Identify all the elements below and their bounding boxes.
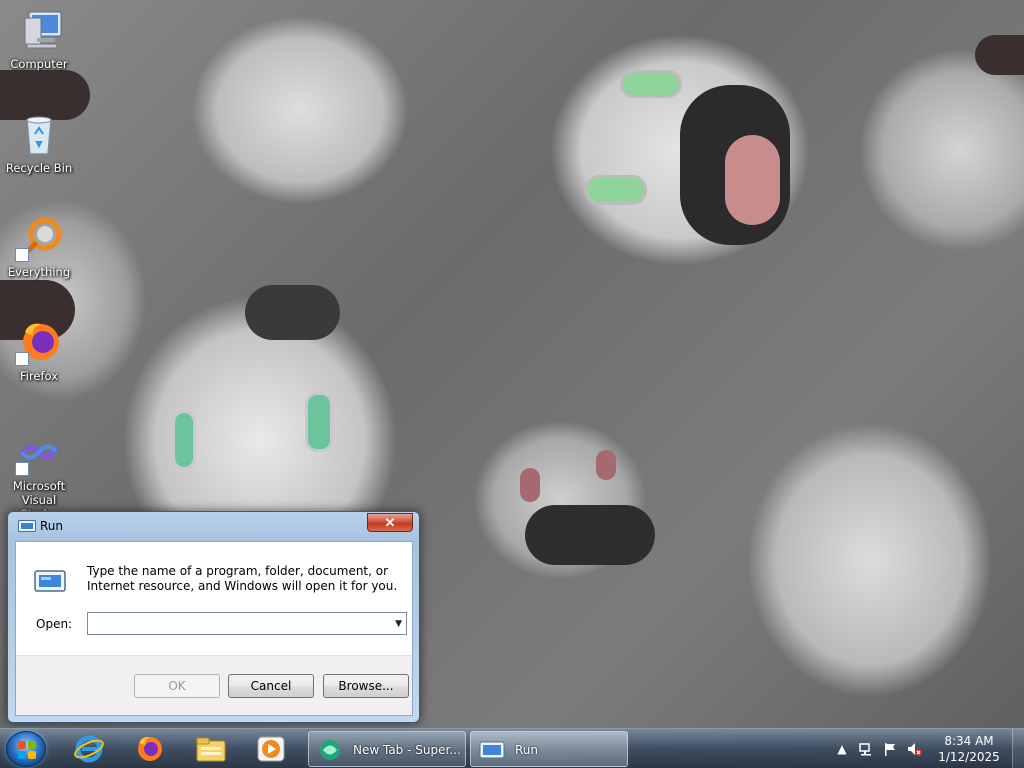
run-titlebar[interactable]: Run ✕ <box>8 512 419 540</box>
volume-muted-icon[interactable] <box>906 741 922 757</box>
visual-studio-icon <box>15 428 63 476</box>
shortcut-arrow-icon <box>15 248 29 262</box>
run-description: Type the name of a program, folder, docu… <box>87 564 398 593</box>
computer-icon <box>15 6 63 54</box>
wallpaper-accent <box>525 505 655 565</box>
taskbar-task-run[interactable]: Run <box>470 731 628 767</box>
desktop-icon-computer[interactable]: Computer <box>2 0 76 96</box>
system-tray: ▲ 8:34 AM 1/12/2025 <box>834 729 1024 768</box>
taskbar-pin-media-player[interactable] <box>244 733 298 765</box>
wallpaper-accent <box>725 135 780 225</box>
taskbar-pin-internet-explorer[interactable] <box>62 733 116 765</box>
show-desktop-button[interactable] <box>1012 729 1024 768</box>
file-explorer-icon <box>196 737 226 762</box>
action-center-flag-icon[interactable] <box>882 741 898 757</box>
run-program-icon <box>34 570 66 592</box>
taskbar-pin-firefox[interactable] <box>122 733 176 765</box>
desktop-icon-firefox[interactable]: Firefox <box>2 312 76 408</box>
everything-search-icon <box>15 214 63 262</box>
desktop-icon-label: Computer <box>10 57 68 71</box>
wallpaper-accent <box>245 285 340 340</box>
show-hidden-icons-button[interactable]: ▲ <box>834 741 850 757</box>
wallpaper-accent <box>172 410 196 470</box>
recycle-bin-icon <box>15 110 63 158</box>
start-button[interactable] <box>6 731 46 767</box>
clock-time: 8:34 AM <box>944 734 994 748</box>
media-player-icon <box>257 736 285 762</box>
cancel-button[interactable]: Cancel <box>228 674 314 698</box>
taskbar-pin-file-explorer[interactable] <box>184 733 238 765</box>
run-title: Run <box>40 519 64 533</box>
taskbar-task-label: Run <box>515 743 539 757</box>
ok-button[interactable]: OK <box>134 674 220 698</box>
wallpaper-accent <box>520 468 540 502</box>
internet-explorer-icon <box>74 735 104 763</box>
run-icon <box>479 739 505 761</box>
wallpaper-accent <box>596 450 616 480</box>
run-title-icon <box>18 520 36 532</box>
firefox-icon <box>138 736 162 761</box>
desktop-icon-visual-studio[interactable]: Microsoft Visual Stud... <box>2 422 76 518</box>
shortcut-arrow-icon <box>15 462 29 476</box>
network-icon[interactable] <box>858 741 874 757</box>
shortcut-arrow-icon <box>15 352 29 366</box>
firefox-icon <box>15 318 63 366</box>
clock[interactable]: 8:34 AM 1/12/2025 <box>934 733 1004 765</box>
run-dialog: Run ✕ Type the name of a program, folder… <box>7 511 420 723</box>
desktop-icon-everything[interactable]: Everything <box>2 208 76 304</box>
run-body: Type the name of a program, folder, docu… <box>15 541 413 716</box>
desktop-icon-recycle-bin[interactable]: Recycle Bin <box>2 104 76 200</box>
wallpaper-accent <box>305 392 333 452</box>
wallpaper-accent <box>585 175 647 205</box>
taskbar-task-label: New Tab - Super... <box>353 743 461 757</box>
desktop-icon-label: Recycle Bin <box>5 161 73 175</box>
open-input[interactable] <box>88 613 378 634</box>
chevron-down-icon[interactable]: ▼ <box>395 619 402 629</box>
desktop-icon-label: Firefox <box>19 369 59 383</box>
open-combobox[interactable]: ▼ <box>87 612 407 635</box>
wallpaper-accent <box>620 70 682 98</box>
desktop-icon-label: Everything <box>7 265 71 279</box>
taskbar: New Tab - Super... Run ▲ 8:34 AM 1/12/20… <box>0 728 1024 768</box>
windows-logo-icon <box>18 741 36 759</box>
clock-date: 1/12/2025 <box>938 750 1000 764</box>
browse-button[interactable]: Browse... <box>323 674 409 698</box>
browser-icon <box>317 739 343 761</box>
run-footer: OK Cancel Browse... <box>16 655 412 715</box>
close-button[interactable]: ✕ <box>367 513 413 532</box>
open-label: Open: <box>36 617 73 631</box>
wallpaper-accent <box>975 35 1024 75</box>
taskbar-task-browser[interactable]: New Tab - Super... <box>308 731 466 767</box>
